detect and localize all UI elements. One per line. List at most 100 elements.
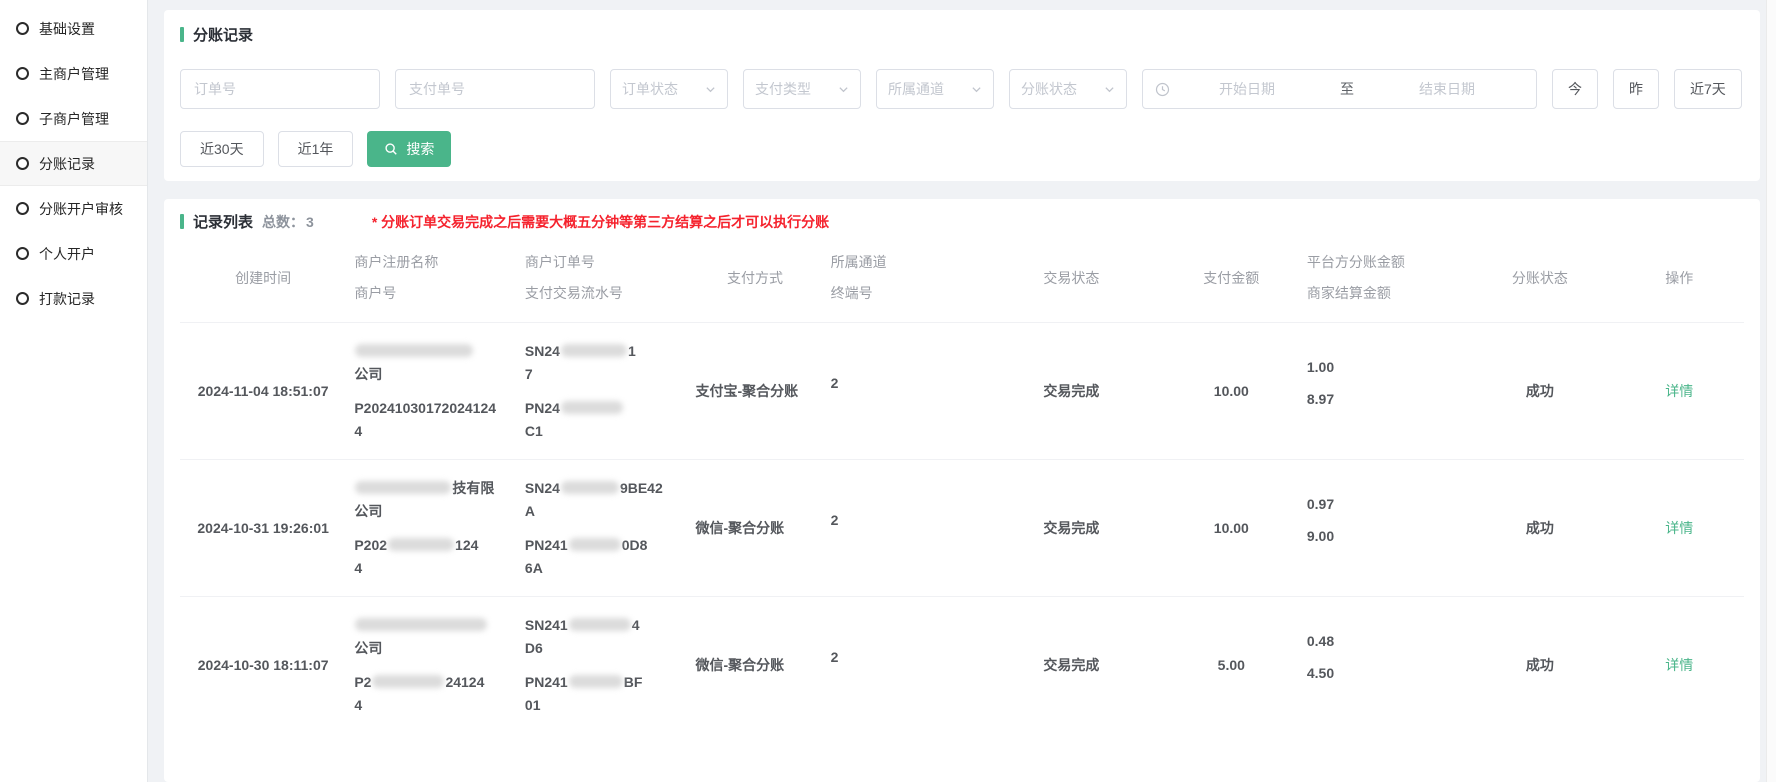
- platform-split-amount: 0.48: [1307, 631, 1457, 651]
- column-header: 交易状态: [979, 234, 1164, 323]
- column-header-line: 交易状态: [987, 263, 1156, 294]
- cell-order-numbers: SN241 7 PN24 C1: [517, 323, 688, 460]
- redacted-blur: [372, 675, 444, 688]
- sidebar-item-payout-records[interactable]: 打款记录: [0, 276, 147, 321]
- column-header-line: 终端号: [831, 278, 971, 309]
- page-title: 分账记录: [193, 24, 253, 45]
- sidebar-item-basic-settings[interactable]: 基础设置: [0, 6, 147, 51]
- sidebar-menu: 基础设置主商户管理子商户管理分账记录分账开户审核个人开户打款记录: [0, 6, 147, 321]
- column-header-line: 创建时间: [188, 263, 338, 294]
- redacted-blur: [569, 538, 621, 551]
- title-accent-bar: [180, 27, 184, 42]
- settlement-notice: * 分账订单交易完成之后需要大概五分钟等第三方结算之后才可以执行分账: [372, 212, 829, 232]
- cell-pay-amount: 10.00: [1164, 323, 1299, 460]
- channel-select[interactable]: 所属通道: [876, 69, 994, 109]
- redacted-blur: [561, 344, 627, 357]
- split-amount-pair: 0.484.50: [1307, 631, 1457, 683]
- column-header: 支付金额: [1164, 234, 1299, 323]
- radio-circle-icon: [16, 202, 29, 215]
- pay-flow-no: PN24 C1: [525, 397, 680, 443]
- date-range-separator: 至: [1324, 79, 1370, 99]
- end-date-input[interactable]: 结束日期: [1370, 79, 1524, 99]
- detail-link[interactable]: 详情: [1665, 383, 1693, 399]
- terminal-no-value: 2: [831, 649, 971, 665]
- cell-merchant: 公司P20241030172024124 4: [346, 323, 517, 460]
- cell-text: PN241: [525, 537, 568, 553]
- sidebar: 基础设置主商户管理子商户管理分账记录分账开户审核个人开户打款记录: [0, 0, 148, 782]
- detail-link[interactable]: 详情: [1665, 657, 1693, 673]
- column-header: 创建时间: [180, 234, 346, 323]
- start-date-input[interactable]: 开始日期: [1170, 79, 1324, 99]
- cell-split-status: 成功: [1465, 597, 1614, 734]
- platform-split-amount: 1.00: [1307, 357, 1457, 377]
- detail-link[interactable]: 详情: [1665, 520, 1693, 536]
- terminal-no-value: 2: [831, 375, 971, 391]
- cell-order-numbers: SN2414 D6PN241BF 01: [517, 597, 688, 734]
- column-header: 分账状态: [1465, 234, 1614, 323]
- last-7-days-button[interactable]: 近7天: [1674, 69, 1742, 109]
- cell-action: 详情: [1614, 597, 1744, 734]
- yesterday-button[interactable]: 昨: [1613, 69, 1659, 109]
- sidebar-item-personal-account[interactable]: 个人开户: [0, 231, 147, 276]
- last-30-days-button[interactable]: 近30天: [180, 131, 264, 167]
- channel-select-label: 所属通道: [888, 79, 944, 99]
- today-button[interactable]: 今: [1552, 69, 1598, 109]
- platform-split-amount: 0.97: [1307, 494, 1457, 514]
- date-range-picker[interactable]: 开始日期 至 结束日期: [1142, 69, 1537, 109]
- last-1-year-button[interactable]: 近1年: [278, 131, 354, 167]
- table-row: 2024-11-04 18:51:07 公司P20241030172024124…: [180, 323, 1744, 460]
- filter-row: 订单状态 支付类型 所属通道 分账状态: [180, 69, 1744, 109]
- split-amount-pair: 0.979.00: [1307, 494, 1457, 546]
- column-header: 商户订单号支付交易流水号: [517, 234, 688, 323]
- cell-trade-status: 交易完成: [979, 460, 1164, 597]
- merchant-no: P224124 4: [354, 671, 509, 717]
- redacted-blur: [569, 675, 623, 688]
- total-value: 3: [306, 214, 314, 230]
- column-header-line: 操作: [1622, 263, 1736, 294]
- cell-text: SN24: [525, 480, 560, 496]
- cell-split-status: 成功: [1465, 460, 1614, 597]
- sidebar-item-split-account-review[interactable]: 分账开户审核: [0, 186, 147, 231]
- pay-flow-no: PN2410D8 6A: [525, 534, 680, 580]
- column-header-line: 支付金额: [1172, 263, 1291, 294]
- cell-pay-amount: 5.00: [1164, 597, 1299, 734]
- merchant-order-no: SN2414 D6: [525, 614, 680, 660]
- terminal-no-value: 2: [831, 512, 971, 528]
- pay-type-select-label: 支付类型: [755, 79, 811, 99]
- search-icon: [384, 142, 398, 156]
- clock-icon: [1155, 82, 1170, 97]
- table-row: 2024-10-31 19:26:01技有限 公司P202124 4SN249B…: [180, 460, 1744, 597]
- main-content: 分账记录 订单状态 支付类型 所属通道 分账状态: [148, 0, 1766, 782]
- sidebar-item-label: 打款记录: [39, 289, 95, 309]
- table-row: 2024-10-30 18:11:07 公司P224124 4SN2414 D6…: [180, 597, 1744, 734]
- pay-no-input[interactable]: [395, 69, 595, 109]
- cell-split-amounts: 0.484.50: [1299, 597, 1465, 734]
- sidebar-item-sub-merchant-mgmt[interactable]: 子商户管理: [0, 96, 147, 141]
- pay-type-select[interactable]: 支付类型: [743, 69, 861, 109]
- order-status-select[interactable]: 订单状态: [610, 69, 728, 109]
- split-status-select[interactable]: 分账状态: [1009, 69, 1127, 109]
- sidebar-item-label: 个人开户: [39, 244, 95, 264]
- order-no-input[interactable]: [180, 69, 380, 109]
- merchant-order-no: SN241 7: [525, 340, 680, 386]
- filter-card-title-row: 分账记录: [180, 24, 1744, 45]
- cell-merchant: 公司 P224124 4: [346, 597, 517, 734]
- title-accent-bar: [180, 214, 184, 229]
- filter-card: 分账记录 订单状态 支付类型 所属通道 分账状态: [164, 10, 1760, 181]
- redacted-blur: [561, 401, 623, 414]
- cell-pay-amount: 10.00: [1164, 460, 1299, 597]
- page: 基础设置主商户管理子商户管理分账记录分账开户审核个人开户打款记录 分账记录 订单…: [0, 0, 1776, 782]
- merchant-name: 公司: [354, 340, 509, 386]
- merchant-order-no: SN249BE42 A: [525, 477, 680, 523]
- scrollbar[interactable]: [1766, 0, 1776, 782]
- search-button[interactable]: 搜索: [367, 131, 451, 167]
- cell-text: 公司: [354, 640, 382, 656]
- sidebar-item-split-records[interactable]: 分账记录: [0, 141, 147, 186]
- total-label: 总数：: [262, 212, 304, 232]
- cell-split-status: 成功: [1465, 323, 1614, 460]
- sidebar-item-main-merchant-mgmt[interactable]: 主商户管理: [0, 51, 147, 96]
- redacted-blur: [388, 538, 454, 551]
- cell-text: SN24: [525, 343, 560, 359]
- chevron-down-icon: [838, 84, 849, 95]
- column-header: 所属通道终端号: [823, 234, 979, 323]
